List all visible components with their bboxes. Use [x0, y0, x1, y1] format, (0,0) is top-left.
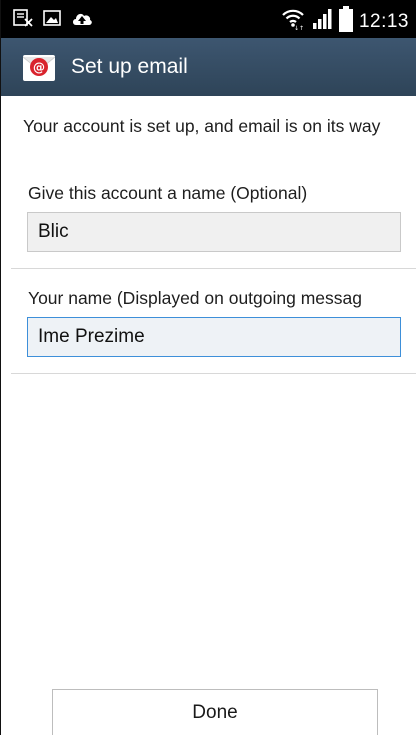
- status-bar: ↓↑ 12:13: [1, 0, 416, 38]
- signal-icon: [311, 8, 333, 35]
- divider: [11, 373, 416, 374]
- done-button[interactable]: Done: [52, 689, 378, 735]
- svg-text:↓↑: ↓↑: [294, 25, 304, 30]
- image-icon: [43, 10, 61, 31]
- action-bar: @ Set up email: [1, 38, 416, 96]
- blocked-notification-icon: [13, 9, 33, 32]
- battery-icon: [338, 6, 353, 37]
- account-name-input[interactable]: [27, 212, 401, 252]
- status-bar-system: ↓↑ 12:13: [281, 6, 409, 37]
- svg-text:@: @: [33, 61, 45, 75]
- status-time: 12:13: [358, 10, 409, 32]
- page-title: Set up email: [71, 55, 188, 78]
- your-name-label: Your name (Displayed on outgoing messag: [28, 288, 363, 308]
- account-name-label: Give this account a name (Optional): [28, 183, 308, 203]
- wifi-icon: ↓↑: [281, 8, 305, 35]
- status-bar-notifications: [13, 9, 93, 32]
- setup-complete-message: Your account is set up, and email is on …: [23, 116, 381, 136]
- setup-email-screen: ↓↑ 12:13 @ Set up email Your account is …: [0, 0, 416, 735]
- cloud-upload-icon: [71, 9, 93, 32]
- your-name-input[interactable]: [27, 317, 401, 357]
- divider: [11, 268, 416, 269]
- email-app-icon: @: [22, 52, 56, 82]
